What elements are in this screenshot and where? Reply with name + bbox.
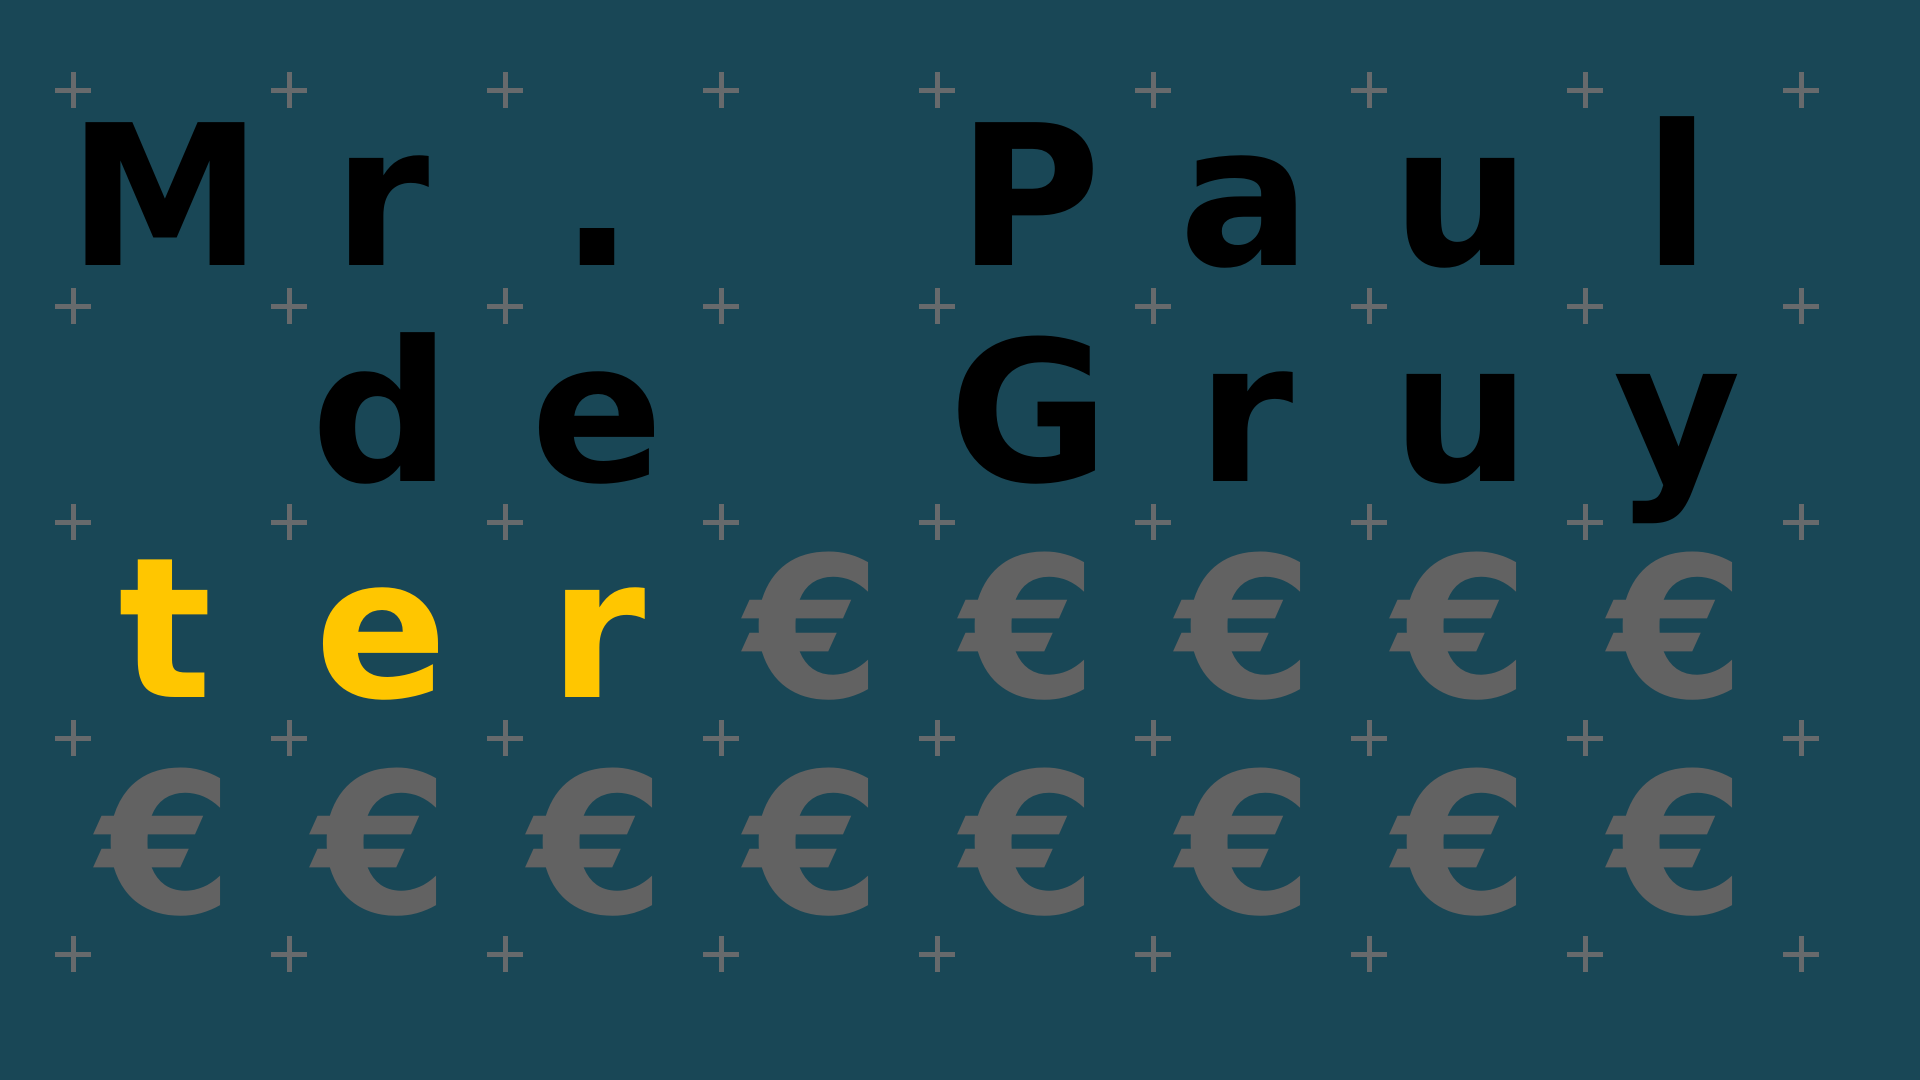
empty-slot-cell[interactable]: € bbox=[1569, 738, 1785, 954]
empty-slot-cell[interactable]: € bbox=[273, 738, 489, 954]
filled-letter-cell: P bbox=[957, 84, 1101, 312]
empty-slot-cell[interactable]: € bbox=[1569, 522, 1785, 738]
typed-letter-cell[interactable]: r bbox=[489, 522, 705, 738]
filled-letter-cell: G bbox=[948, 300, 1110, 528]
empty-slot-cell[interactable]: € bbox=[1137, 738, 1353, 954]
empty-slot-cell[interactable]: € bbox=[921, 738, 1137, 954]
filled-letter-cell: u bbox=[1391, 84, 1531, 312]
filled-letter-cell: e bbox=[530, 300, 664, 528]
empty-slot-cell[interactable]: € bbox=[489, 738, 705, 954]
grid-marker-plus-icon bbox=[703, 72, 739, 108]
grid-marker-plus-icon bbox=[1783, 936, 1819, 972]
empty-slot-cell[interactable]: € bbox=[1353, 522, 1569, 738]
filled-letter-cell: . bbox=[559, 84, 635, 312]
grid-marker-plus-icon bbox=[1783, 288, 1819, 324]
typed-letter-cell[interactable]: t bbox=[57, 522, 273, 738]
empty-slot-cell[interactable]: € bbox=[57, 738, 273, 954]
typed-letter-cell[interactable]: e bbox=[273, 522, 489, 738]
empty-slot-cell[interactable]: € bbox=[705, 738, 921, 954]
filled-letter-cell: r bbox=[332, 84, 430, 312]
filled-letter-cell: a bbox=[1178, 84, 1312, 312]
empty-slot-cell[interactable]: € bbox=[1353, 738, 1569, 954]
grid-marker-plus-icon bbox=[703, 288, 739, 324]
filled-letter-cell: d bbox=[310, 300, 452, 528]
game-board: Mr. Pa u l d e Gr u y t e r € € € € € € € € € € € € € bbox=[0, 0, 1920, 1080]
filled-letter-cell: l bbox=[1643, 84, 1711, 312]
filled-letter-cell: M bbox=[67, 84, 263, 312]
empty-slot-cell[interactable]: € bbox=[1137, 522, 1353, 738]
grid-marker-plus-icon bbox=[1783, 504, 1819, 540]
grid-marker-plus-icon bbox=[1783, 72, 1819, 108]
filled-letter-cell: r bbox=[1196, 300, 1294, 528]
empty-slot-cell[interactable]: € bbox=[921, 522, 1137, 738]
empty-slot-cell[interactable]: € bbox=[705, 522, 921, 738]
filled-letter-cell: y bbox=[1613, 300, 1741, 528]
grid-marker-plus-icon bbox=[1783, 720, 1819, 756]
filled-letter-cell: u bbox=[1391, 300, 1531, 528]
